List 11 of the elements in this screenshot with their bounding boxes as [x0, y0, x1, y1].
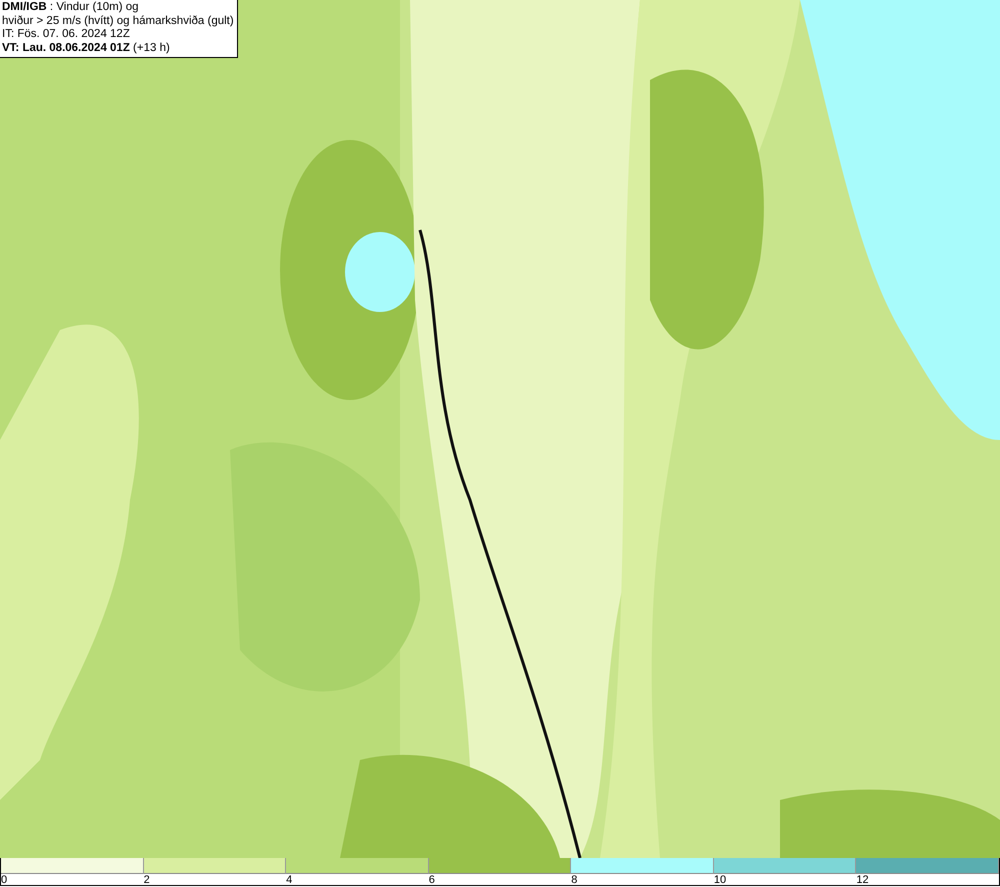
- legend-tick-label: 4: [285, 874, 292, 886]
- info-line: VT: Lau. 08.06.2024 01Z (+13 h): [2, 42, 171, 55]
- info-line: DMI/IGB : Vindur (10m) og: [2, 1, 140, 14]
- legend-tick-label: 8: [570, 874, 578, 886]
- legend-tick-label: 2: [142, 874, 150, 886]
- legend-tick-label: 0: [0, 874, 8, 886]
- info-line: hviður > 25 m/s (hvítt) og hámarkshviða (gult): [2, 14, 234, 28]
- legend-tick-label: 12: [855, 874, 869, 886]
- legend-tick-label: 6: [428, 874, 435, 886]
- legend-tick-label: 10: [712, 874, 726, 886]
- info-line: IT: Fös. 07. 06. 2024 12Z: [2, 28, 131, 42]
